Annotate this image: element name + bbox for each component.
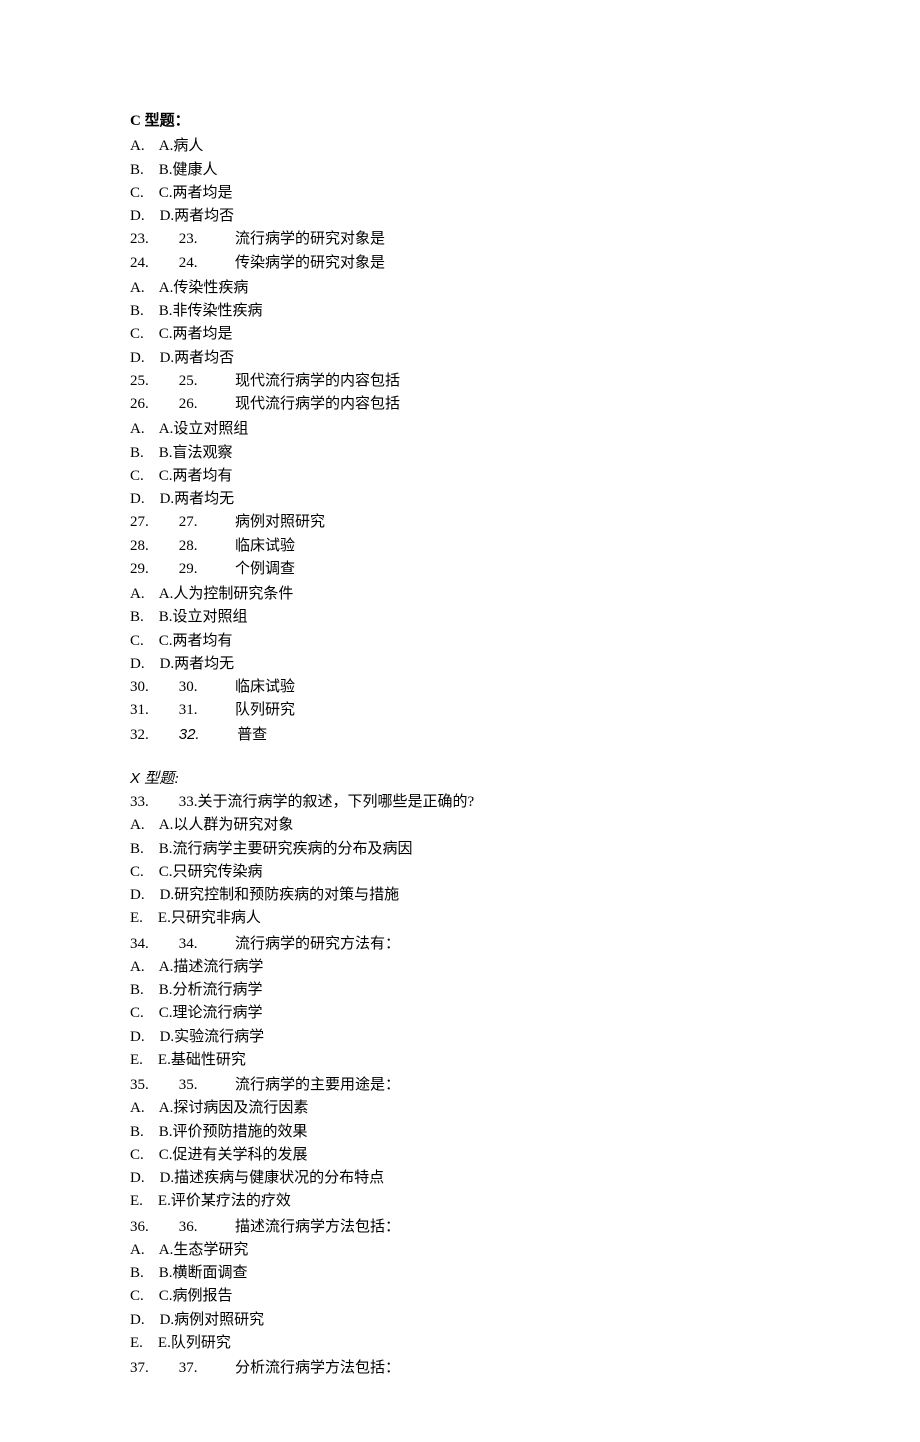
option: A. A.描述流行病学 xyxy=(130,956,790,979)
group-1: A. A.病人 B. B.健康人 C. C.两者均是 D. D.两者均否 23.… xyxy=(130,135,790,275)
option: E. E.队列研究 xyxy=(130,1332,790,1355)
option: A. A.生态学研究 xyxy=(130,1239,790,1262)
question: 24. 24. 传染病学的研究对象是 xyxy=(130,252,790,275)
option: D. D.病例对照研究 xyxy=(130,1309,790,1332)
question-stem: 33. 33.关于流行病学的叙述，下列哪些是正确的? xyxy=(130,791,790,814)
question: 23. 23. 流行病学的研究对象是 xyxy=(130,228,790,251)
group-4: A. A.人为控制研究条件 B. B.设立对照组 C. C.两者均有 D. D.… xyxy=(130,583,790,747)
question-35: 35. 35. 流行病学的主要用途是： A. A.探讨病因及流行因素 B. B.… xyxy=(130,1074,790,1214)
option: E. E.评价某疗法的疗效 xyxy=(130,1190,790,1213)
question: 25. 25. 现代流行病学的内容包括 xyxy=(130,370,790,393)
question-34: 34. 34. 流行病学的研究方法有： A. A.描述流行病学 B. B.分析流… xyxy=(130,933,790,1073)
option: A. A.设立对照组 xyxy=(130,418,790,441)
option: A. A.病人 xyxy=(130,135,790,158)
group-2: A. A.传染性疾病 B. B.非传染性疾病 C. C.两者均是 D. D.两者… xyxy=(130,277,790,417)
option: A. A.以人群为研究对象 xyxy=(130,814,790,837)
section-x-header: X 型题: xyxy=(130,767,790,791)
option: D. D.两者均否 xyxy=(130,347,790,370)
option: B. B.流行病学主要研究疾病的分布及病因 xyxy=(130,838,790,861)
option: D. D.研究控制和预防疾病的对策与措施 xyxy=(130,884,790,907)
option: A. A.人为控制研究条件 xyxy=(130,583,790,606)
option: D. D.两者均否 xyxy=(130,205,790,228)
option: B. B.分析流行病学 xyxy=(130,979,790,1002)
option: A. A.探讨病因及流行因素 xyxy=(130,1097,790,1120)
question-32: 32. 32. 普查 xyxy=(130,723,790,747)
option: D. D.描述疾病与健康状况的分布特点 xyxy=(130,1167,790,1190)
question: 27. 27. 病例对照研究 xyxy=(130,511,790,534)
question-36: 36. 36. 描述流行病学方法包括： A. A.生态学研究 B. B.横断面调… xyxy=(130,1216,790,1356)
section-c-header: C 型题： xyxy=(130,110,790,133)
q32-num: 32. xyxy=(179,726,200,743)
option: B. B.评价预防措施的效果 xyxy=(130,1121,790,1144)
x-letter: X xyxy=(130,770,144,787)
q32-prefix: 32. xyxy=(130,727,179,743)
question-stem: 35. 35. 流行病学的主要用途是： xyxy=(130,1074,790,1097)
option: D. D.实验流行病学 xyxy=(130,1026,790,1049)
option: C. C.两者均有 xyxy=(130,630,790,653)
q32-text: 普查 xyxy=(200,727,268,743)
option: B. B.非传染性疾病 xyxy=(130,300,790,323)
group-3: A. A.设立对照组 B. B.盲法观察 C. C.两者均有 D. D.两者均无… xyxy=(130,418,790,581)
option: B. B.设立对照组 xyxy=(130,606,790,629)
option: A. A.传染性疾病 xyxy=(130,277,790,300)
option: C. C.只研究传染病 xyxy=(130,861,790,884)
x-header-text: 型题: xyxy=(144,771,179,787)
option: C. C.促进有关学科的发展 xyxy=(130,1144,790,1167)
option: B. B.横断面调查 xyxy=(130,1262,790,1285)
question-stem: 34. 34. 流行病学的研究方法有： xyxy=(130,933,790,956)
option: D. D.两者均无 xyxy=(130,653,790,676)
option: C. C.两者均是 xyxy=(130,182,790,205)
option: C. C.两者均有 xyxy=(130,465,790,488)
option: D. D.两者均无 xyxy=(130,488,790,511)
question-stem: 36. 36. 描述流行病学方法包括： xyxy=(130,1216,790,1239)
question: 31. 31. 队列研究 xyxy=(130,699,790,722)
question: 28. 28. 临床试验 xyxy=(130,535,790,558)
question-stem: 37. 37. 分析流行病学方法包括： xyxy=(130,1357,790,1380)
option: C. C.两者均是 xyxy=(130,323,790,346)
option: E. E.基础性研究 xyxy=(130,1049,790,1072)
question: 29. 29. 个例调查 xyxy=(130,558,790,581)
option: B. B.盲法观察 xyxy=(130,442,790,465)
option: B. B.健康人 xyxy=(130,159,790,182)
question: 30. 30. 临床试验 xyxy=(130,676,790,699)
question: 26. 26. 现代流行病学的内容包括 xyxy=(130,393,790,416)
option: C. C.病例报告 xyxy=(130,1285,790,1308)
option: C. C.理论流行病学 xyxy=(130,1002,790,1025)
question-37: 37. 37. 分析流行病学方法包括： xyxy=(130,1357,790,1380)
question-33: 33. 33.关于流行病学的叙述，下列哪些是正确的? A. A.以人群为研究对象… xyxy=(130,791,790,931)
option: E. E.只研究非病人 xyxy=(130,907,790,930)
